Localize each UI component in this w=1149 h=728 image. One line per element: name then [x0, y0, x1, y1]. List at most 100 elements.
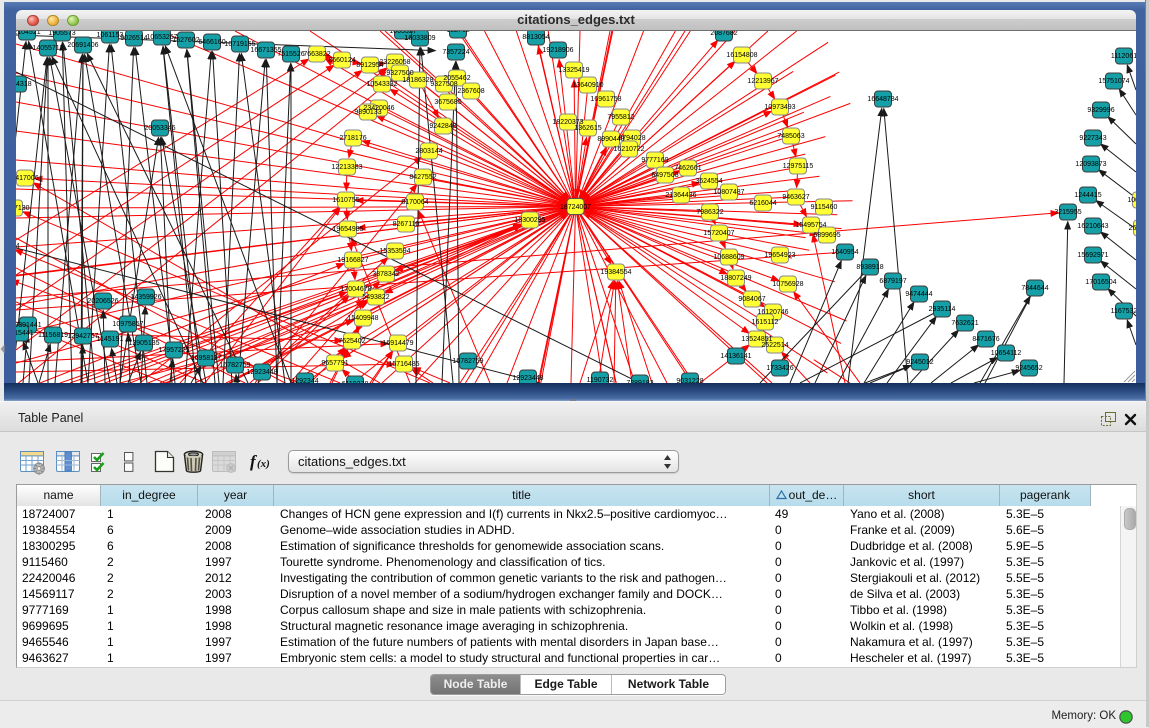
svg-text:3915441: 3915441	[16, 330, 34, 337]
svg-text:16914479: 16914479	[382, 340, 413, 347]
svg-text:1527602: 1527602	[172, 37, 199, 44]
svg-text:16782759: 16782759	[219, 362, 250, 369]
svg-text:152762: 152762	[446, 31, 469, 34]
svg-text:9084067: 9084067	[738, 296, 765, 303]
svg-text:16033809: 16033809	[404, 35, 435, 42]
svg-text:16958117: 16958117	[191, 355, 222, 362]
svg-text:6119278: 6119278	[342, 381, 369, 383]
svg-text:1610755: 1610755	[332, 197, 359, 204]
svg-text:2803144: 2803144	[415, 148, 442, 155]
svg-text:7289183: 7289183	[626, 380, 653, 383]
svg-text:13640910: 13640910	[572, 82, 603, 89]
svg-text:2055462: 2055462	[443, 75, 470, 82]
svg-text:9777169: 9777169	[641, 157, 668, 164]
svg-text:6899695: 6899695	[813, 232, 840, 239]
svg-text:7625402: 7625402	[338, 338, 365, 345]
svg-text:9245652: 9245652	[1015, 365, 1042, 372]
svg-text:8267110: 8267110	[393, 221, 420, 228]
svg-text:9245012: 9245012	[906, 359, 933, 366]
svg-text:10975857: 10975857	[112, 321, 143, 328]
svg-text:8660124: 8660124	[328, 57, 355, 64]
svg-text:21364436: 21364436	[665, 192, 696, 199]
svg-text:16210643: 16210643	[1077, 223, 1108, 230]
svg-text:23226058: 23226058	[379, 59, 410, 66]
svg-text:7986322: 7986322	[696, 209, 723, 216]
svg-text:1190732: 1190732	[587, 377, 614, 383]
svg-text:2614318: 2614318	[16, 81, 32, 88]
svg-text:8427552: 8427552	[409, 174, 436, 181]
svg-text:2641120: 2641120	[1129, 225, 1136, 232]
svg-text:9329996: 9329996	[1087, 107, 1114, 114]
svg-text:12975115: 12975115	[783, 163, 814, 170]
svg-text:20691406: 20691406	[67, 42, 98, 49]
svg-text:10543332: 10543332	[366, 81, 397, 88]
svg-text:7632621: 7632621	[951, 320, 978, 327]
svg-text:1733426: 1733426	[766, 365, 793, 372]
svg-text:6466160: 6466160	[198, 39, 225, 46]
svg-text:18186328: 18186328	[402, 77, 433, 84]
svg-text:9890133: 9890133	[354, 109, 381, 116]
svg-text:8813054: 8813054	[522, 34, 549, 41]
svg-text:16648784: 16648784	[867, 96, 898, 103]
svg-text:5493822: 5493822	[362, 294, 389, 301]
svg-text:12923448: 12923448	[512, 375, 543, 382]
svg-text:9327508: 9327508	[430, 81, 457, 88]
svg-text:9657791: 9657791	[321, 360, 348, 367]
svg-text:3878342: 3878342	[372, 271, 399, 278]
svg-text:14136141: 14136141	[720, 353, 751, 360]
svg-text:12093873: 12093873	[1075, 161, 1106, 168]
svg-text:1167532: 1167532	[1111, 308, 1136, 315]
svg-text:15751074: 15751074	[1098, 78, 1129, 85]
svg-text:13325419: 13325419	[558, 67, 589, 74]
svg-text:7515526: 7515526	[277, 51, 304, 58]
svg-text:2367608: 2367608	[457, 88, 484, 95]
svg-text:19654985: 19654985	[332, 226, 363, 233]
svg-text:15495754: 15495754	[795, 222, 826, 229]
svg-text:17016504: 17016504	[1085, 279, 1116, 286]
svg-text:12942757: 12942757	[67, 333, 98, 340]
svg-text:9115460: 9115460	[811, 204, 838, 211]
svg-text:17957225: 17957225	[158, 347, 189, 354]
svg-text:2087682: 2087682	[710, 31, 737, 37]
svg-text:16210722: 16210722	[613, 146, 644, 153]
svg-text:10756928: 10756928	[772, 281, 803, 288]
svg-text:1362615: 1362615	[574, 125, 601, 132]
svg-text:9327500: 9327500	[386, 70, 413, 77]
svg-text:16120746: 16120746	[757, 309, 788, 316]
svg-text:19166827: 19166827	[337, 257, 368, 264]
svg-text:8471676: 8471676	[972, 336, 999, 343]
svg-text:20053346: 20053346	[144, 125, 175, 132]
svg-text:9031228: 9031228	[676, 378, 703, 383]
svg-text:9474444: 9474444	[905, 291, 932, 298]
svg-text:2104521: 2104521	[16, 31, 41, 36]
svg-text:15692971: 15692971	[1077, 252, 1108, 259]
svg-text:17004678: 17004678	[340, 286, 371, 293]
svg-text:20206526: 20206526	[87, 298, 118, 305]
svg-text:9391441: 9391441	[16, 322, 42, 329]
svg-text:1905573: 1905573	[48, 31, 75, 37]
svg-text:12923448: 12923448	[246, 369, 277, 376]
svg-text:1615112: 1615112	[752, 319, 779, 326]
svg-text:1112061: 1112061	[1111, 53, 1136, 60]
svg-text:18807249: 18807249	[720, 275, 751, 282]
svg-text:7485063: 7485063	[777, 133, 804, 140]
svg-text:6497568: 6497568	[651, 172, 678, 179]
svg-text:18220373: 18220373	[552, 119, 583, 126]
svg-text:2718176: 2718176	[339, 135, 366, 142]
svg-text:8417006: 8417006	[16, 175, 39, 182]
svg-text:8938918: 8938918	[856, 264, 883, 271]
svg-text:9026514: 9026514	[120, 35, 147, 42]
svg-text:8170064: 8170064	[401, 199, 428, 206]
svg-text:6216044: 6216044	[749, 200, 776, 207]
svg-text:10688609: 10688609	[713, 254, 744, 261]
svg-text:3215955: 3215955	[1054, 209, 1081, 216]
svg-text:1244415: 1244415	[1074, 192, 1101, 199]
svg-text:15353594: 15353594	[379, 248, 410, 255]
svg-text:1640954: 1640954	[831, 249, 858, 256]
svg-text:8535944: 8535944	[16, 243, 20, 250]
svg-text:9227343: 9227343	[1079, 135, 1106, 142]
svg-text:1145191: 1145191	[97, 336, 124, 343]
svg-text:10654112: 10654112	[991, 350, 1022, 357]
svg-text:10807487: 10807487	[713, 189, 744, 196]
svg-text:14055712: 14055712	[32, 45, 63, 52]
